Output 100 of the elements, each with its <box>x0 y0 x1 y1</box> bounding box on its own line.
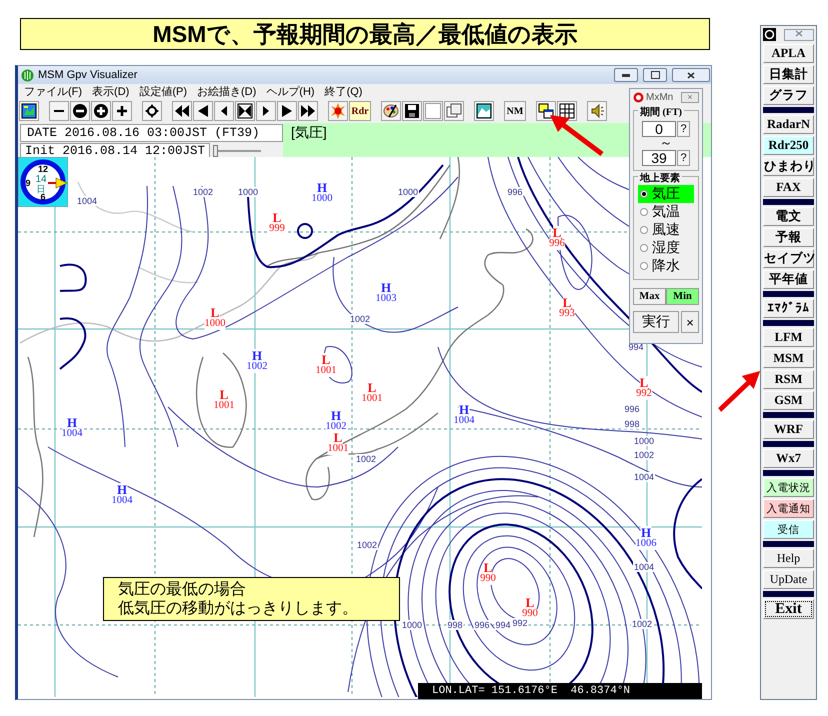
launcher-button[interactable]: 受信 <box>763 520 814 539</box>
low-pressure-mark: L <box>640 376 648 389</box>
isobar-label: 1004 <box>76 196 98 206</box>
high-pressure-mark: H <box>640 526 652 539</box>
menu-item[interactable]: 設定値(P) <box>139 84 187 99</box>
maximize-button[interactable] <box>643 68 667 82</box>
launcher-button[interactable]: RadarN <box>763 115 814 134</box>
element-label: [気圧] <box>291 124 327 140</box>
high-pressure-mark: H <box>116 483 128 496</box>
toolbar-button[interactable] <box>587 101 607 121</box>
launcher-button[interactable]: MSM <box>763 349 814 368</box>
toolbar-button[interactable] <box>235 101 255 121</box>
mode-toggle[interactable]: Max <box>633 288 666 305</box>
pressure-value: 1001 <box>214 401 234 412</box>
menu-item[interactable]: 表示(D) <box>92 84 130 99</box>
launcher-button[interactable]: ひまわり <box>763 157 814 176</box>
toolbar-button[interactable] <box>402 101 422 121</box>
run-button[interactable]: 実行 <box>633 311 679 333</box>
pressure-value: 990 <box>480 574 496 584</box>
radio-option[interactable]: 風速 <box>638 221 694 239</box>
launcher-button[interactable]: 入電状況 <box>763 478 814 497</box>
isobar-label: 1002 <box>348 314 372 324</box>
low-pressure-mark: L <box>484 561 492 574</box>
isobar-label: 1004 <box>632 472 656 482</box>
step-forward-icon <box>263 106 269 116</box>
toolbar-button[interactable] <box>19 101 39 121</box>
launcher-button[interactable]: 平年値 <box>763 270 814 289</box>
toolbar-button[interactable] <box>256 101 276 121</box>
step-back-icon <box>221 106 227 116</box>
toolbar-button[interactable] <box>444 101 464 121</box>
toolbar-button[interactable] <box>142 101 162 121</box>
launcher-button[interactable]: Rdr250 <box>763 136 814 155</box>
help-button[interactable]: ? <box>677 121 690 137</box>
toolbar-button[interactable] <box>112 101 132 121</box>
low-pressure-mark: L <box>210 306 220 319</box>
mode-toggle[interactable]: Min <box>666 288 699 305</box>
isobar-label: 994 <box>494 620 512 630</box>
radio-option[interactable]: 降水 <box>638 257 694 275</box>
launcher-button[interactable]: GSM <box>763 391 814 410</box>
minimize-button[interactable] <box>614 68 638 82</box>
radio-option[interactable]: 湿度 <box>638 239 694 257</box>
launcher-button[interactable]: 電文 <box>763 207 814 226</box>
launcher-button[interactable]: UpDate <box>763 570 814 589</box>
close-button[interactable]: × <box>681 92 699 102</box>
toolbar-button[interactable] <box>381 101 401 121</box>
pressure-value: 1002 <box>246 362 268 372</box>
forecast-date: DATE 2016.08.16 03:00JST (FT39) <box>20 124 283 142</box>
menu-item[interactable]: お絵描き(D) <box>197 84 256 99</box>
menu-item[interactable]: 終了(Q) <box>324 84 362 99</box>
number-field[interactable]: 39 <box>642 150 676 166</box>
menu-item[interactable]: ヘルプ(H) <box>266 84 315 99</box>
low-pressure-mark: L <box>552 226 562 239</box>
toolbar-button[interactable] <box>474 101 494 121</box>
high-pressure-mark: H <box>66 416 78 429</box>
launcher-button[interactable]: Help <box>763 549 814 568</box>
fit-icon <box>237 103 253 119</box>
launcher-button[interactable]: WRF <box>763 420 814 439</box>
launcher-button[interactable]: ｴﾏｸﾞﾗﾑ <box>763 299 814 318</box>
high-pressure-mark: H <box>330 409 342 422</box>
launcher-button[interactable]: Exit <box>763 599 814 619</box>
toolbar-button[interactable] <box>536 101 556 121</box>
pressure-value: 1003 <box>376 294 396 304</box>
high-pressure-mark: H <box>316 181 328 194</box>
toolbar-button[interactable] <box>49 101 69 121</box>
toolbar-button[interactable] <box>214 101 234 121</box>
launcher-button[interactable]: 予報 <box>763 228 814 247</box>
crosshair-icon <box>144 103 160 119</box>
launcher-button[interactable]: FAX <box>763 178 814 197</box>
toolbar-button[interactable] <box>298 101 318 121</box>
launcher-button[interactable]: LFM <box>763 328 814 347</box>
number-field[interactable]: 0 <box>642 121 676 137</box>
radio-option[interactable]: 気圧 <box>638 185 694 203</box>
toolbar-button[interactable] <box>172 101 192 121</box>
launcher-button[interactable]: APLA <box>763 44 814 63</box>
close-button[interactable] <box>672 68 710 82</box>
help-button[interactable]: ? <box>677 150 690 166</box>
toolbar-button[interactable] <box>91 101 111 121</box>
slider-thumb[interactable] <box>213 145 218 157</box>
launcher-button[interactable]: 入電通知 <box>763 499 814 518</box>
launcher-button[interactable]: RSM <box>763 370 814 389</box>
radar-button[interactable]: Rdr <box>349 101 371 121</box>
isobar-label: 1000 <box>632 436 656 446</box>
clock-numeral: 12 <box>38 164 48 174</box>
launcher-button[interactable]: グラフ <box>763 86 814 105</box>
menu-item[interactable]: ファイル(F) <box>24 84 82 99</box>
dialog-title: MxMn <box>646 92 674 102</box>
callout-text: 低気圧の移動がはっきりします。 <box>118 599 359 618</box>
toolbar-button[interactable] <box>70 101 90 121</box>
toolbar-button[interactable] <box>193 101 213 121</box>
nm-button[interactable]: NM <box>504 101 526 121</box>
isobar-label: 1000 <box>396 187 420 197</box>
cancel-button[interactable]: × <box>681 311 699 333</box>
launcher-button[interactable]: Wx7 <box>763 449 814 468</box>
toolbar-button[interactable] <box>277 101 297 121</box>
plus-circle-icon <box>93 103 109 119</box>
app-icon <box>763 28 776 41</box>
high-pressure-mark: H <box>458 403 470 416</box>
radio-option[interactable]: 気温 <box>638 203 694 221</box>
launcher-button[interactable]: 日集計 <box>763 65 814 84</box>
launcher-button[interactable]: セイブツ <box>763 249 814 268</box>
